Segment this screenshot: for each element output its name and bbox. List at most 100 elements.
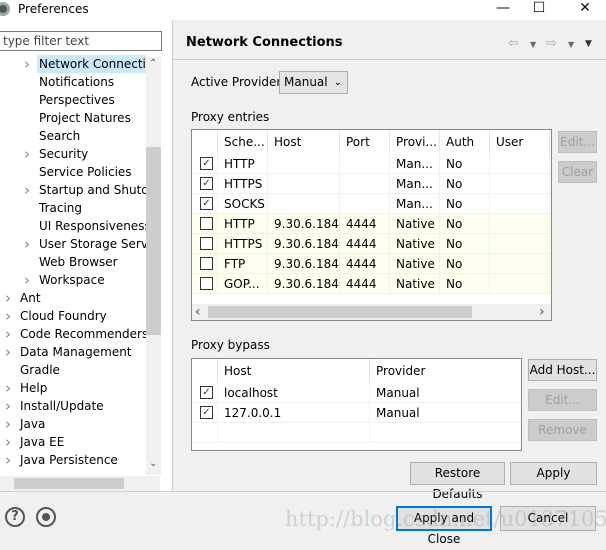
column-header[interactable]: Sche... [218, 130, 268, 154]
expand-chevron-icon[interactable]: › [5, 379, 11, 397]
scroll-left-icon[interactable]: ‹ [195, 304, 205, 320]
expand-chevron-icon[interactable]: › [5, 451, 11, 469]
tree-item[interactable]: User Storage Service [37, 235, 146, 253]
forward-arrow-icon[interactable]: ⇨ [546, 36, 557, 51]
expand-chevron-icon[interactable]: › [5, 397, 11, 415]
column-header[interactable]: User [490, 130, 550, 154]
back-dropdown-icon[interactable]: ▼ [530, 40, 536, 49]
tree-item[interactable]: Search [37, 127, 146, 145]
table-row[interactable]: HTTPS 9.30.6.184 4444 Native No [192, 234, 551, 254]
expand-chevron-icon[interactable]: › [24, 145, 30, 163]
table-row[interactable]: HTTP 9.30.6.184 4444 Native No [192, 214, 551, 234]
proxy-clear-button[interactable]: Clear [558, 161, 597, 183]
expand-chevron-icon[interactable]: › [5, 307, 11, 325]
tree-item[interactable]: Tracing [37, 199, 146, 217]
table-row[interactable]: ✓ HTTP Man... No [192, 154, 551, 174]
bypass-checkbox[interactable]: ✓ [200, 386, 213, 399]
restore-defaults-button[interactable]: Restore Defaults [410, 462, 505, 501]
user-cell [490, 174, 550, 194]
enable-checkbox[interactable]: ✓ [200, 177, 213, 190]
scroll-down-icon[interactable]: ⌄ [149, 458, 157, 469]
maximize-button[interactable]: ☐ [524, 0, 554, 18]
table-row[interactable]: ✓ 127.0.0.1 Manual [192, 403, 521, 423]
tree-item[interactable]: Perspectives [37, 91, 146, 109]
table-row[interactable]: ✓ SOCKS Man... No [192, 194, 551, 214]
expand-chevron-icon[interactable]: › [24, 235, 30, 253]
scroll-up-icon[interactable]: ⌃ [149, 58, 157, 69]
help-icon[interactable]: ? [5, 507, 25, 527]
proxy-edit-button[interactable]: Edit... [558, 131, 597, 153]
table-row[interactable]: GOP... 9.30.6.184 4444 Native No [192, 274, 551, 294]
enable-checkbox[interactable]: ✓ [200, 157, 213, 170]
enable-checkbox[interactable] [200, 217, 213, 230]
column-header[interactable]: Auth [440, 130, 490, 154]
expand-chevron-icon[interactable]: › [5, 325, 11, 343]
expand-chevron-icon[interactable]: › [5, 289, 11, 307]
back-arrow-icon[interactable]: ⇦ [508, 36, 519, 51]
close-button[interactable]: ✕ [570, 0, 600, 18]
tree-item[interactable]: Help [18, 379, 146, 397]
forward-dropdown-icon[interactable]: ▼ [568, 40, 574, 49]
host-cell [268, 194, 340, 214]
minimize-button[interactable]: — [488, 0, 518, 18]
tree-item[interactable]: Service Policies [37, 163, 146, 181]
tree-item[interactable]: Java EE [18, 433, 146, 451]
tree-item[interactable]: Code Recommenders [18, 325, 146, 343]
table-row[interactable]: ✓ localhost Manual [192, 383, 521, 403]
tree-item[interactable]: Cloud Foundry [18, 307, 146, 325]
table-row[interactable] [192, 423, 521, 443]
column-header[interactable]: Host [218, 359, 370, 383]
enable-checkbox[interactable] [200, 237, 213, 250]
tree-scroll-thumb[interactable] [146, 147, 161, 335]
enable-checkbox[interactable]: ✓ [200, 197, 213, 210]
table-row[interactable]: ✓ HTTPS Man... No [192, 174, 551, 194]
view-menu-icon[interactable]: ▼ [585, 39, 592, 49]
enable-checkbox[interactable] [200, 257, 213, 270]
bypass-edit-button[interactable]: Edit... [528, 389, 597, 411]
column-header[interactable]: Provider [370, 359, 521, 383]
expand-chevron-icon[interactable]: › [24, 181, 30, 199]
expand-chevron-icon[interactable]: › [24, 271, 30, 289]
tree-item[interactable]: Security [37, 145, 146, 163]
tree-item[interactable]: Data Management [18, 343, 146, 361]
enable-checkbox[interactable] [200, 277, 213, 290]
cancel-button[interactable]: Cancel [500, 506, 596, 531]
tree-item[interactable]: Install/Update [18, 397, 146, 415]
active-provider-select[interactable]: Manual ⌄ [279, 71, 348, 94]
column-header[interactable]: Host [268, 130, 340, 154]
expand-chevron-icon[interactable]: › [24, 55, 30, 73]
bypass-checkbox[interactable]: ✓ [200, 406, 213, 419]
tree-item[interactable]: UI Responsiveness M [37, 217, 146, 235]
table-scroll-thumb[interactable] [208, 306, 472, 318]
checkbox-cell [192, 254, 218, 274]
expand-chevron-icon[interactable]: › [5, 343, 11, 361]
column-header[interactable]: Provi... [390, 130, 440, 154]
expand-chevron-icon[interactable]: › [5, 433, 11, 451]
proxy-entries-label: Proxy entries [191, 110, 270, 124]
import-export-icon[interactable] [36, 507, 56, 527]
column-header[interactable]: Port [340, 130, 390, 154]
tree-item[interactable]: Startup and Shutdown [37, 181, 146, 199]
tree-item[interactable]: Notifications [37, 73, 146, 91]
host-cell: 9.30.6.184 [268, 274, 340, 294]
provider-cell: Manual [370, 383, 521, 403]
tree-item[interactable]: Ant [18, 289, 146, 307]
tree-item[interactable]: Workspace [37, 271, 146, 289]
pane-divider[interactable] [172, 20, 173, 491]
expand-chevron-icon[interactable]: › [5, 415, 11, 433]
tree-item[interactable]: Java Persistence [18, 451, 146, 469]
tree-item[interactable]: Java [18, 415, 146, 433]
filter-input[interactable]: type filter text [0, 31, 162, 51]
user-cell [490, 154, 550, 174]
add-host-button[interactable]: Add Host... [528, 359, 597, 381]
tree-item[interactable]: Project Natures [37, 109, 146, 127]
apply-button[interactable]: Apply [510, 462, 597, 485]
tree-item[interactable]: Gradle [18, 361, 146, 379]
scroll-right-icon[interactable]: › [539, 304, 549, 320]
tree-item[interactable]: Network Connection [37, 55, 146, 73]
tree-item[interactable]: Web Browser [37, 253, 146, 271]
bypass-remove-button[interactable]: Remove [528, 419, 597, 441]
tree-hscroll-thumb[interactable] [14, 478, 124, 489]
apply-and-close-button[interactable]: Apply and Close [396, 506, 492, 546]
table-row[interactable]: FTP 9.30.6.184 4444 Native No [192, 254, 551, 274]
